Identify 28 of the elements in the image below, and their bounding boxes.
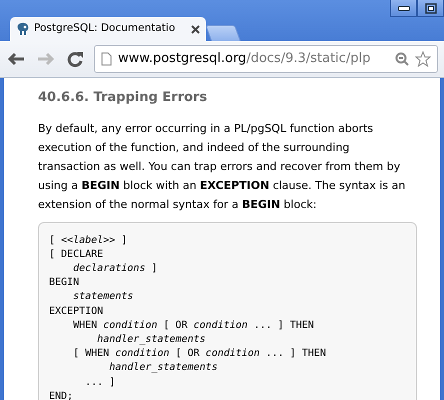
new-tab-button[interactable] (205, 25, 241, 41)
reload-button[interactable] (66, 50, 84, 68)
code-line: statements (72, 290, 134, 304)
code-line: [ WHEN condition [ OR condition ... ] THEN (72, 347, 327, 362)
code-line: WHEN condition [ OR condition ... ] THEN (72, 318, 315, 333)
code-line: BEGIN (49, 276, 80, 290)
code-line: [ <<label>> ] (49, 234, 128, 248)
star-icon[interactable] (415, 51, 431, 67)
address-bar[interactable]: www.postgresql.org/docs/9.3/static/plp (94, 45, 438, 73)
back-button[interactable] (6, 51, 26, 67)
browser-tab[interactable]: PostgreSQL: Documentatio (10, 17, 206, 41)
code-line: ... ] (84, 376, 116, 390)
paragraph: By default, any error occurring in a PL/pgSQL function aborts execution of the function, and indeed of the surrounding transaction as well. You can trap errors and recover from them by using a BEGIN block with an EXCEPTION clause. The syntax is an extension of the normal syntax for a BEGIN block: (38, 120, 406, 213)
close-icon[interactable] (191, 24, 200, 34)
page-icon (101, 52, 112, 66)
minimize-button[interactable] (390, 0, 417, 17)
code-line: handler_statements (96, 333, 207, 348)
code-line: [ DECLARE (49, 248, 104, 262)
maximize-button[interactable] (417, 0, 444, 17)
elephant-icon (16, 22, 30, 36)
section-heading: 40.6.6. Trapping Errors (38, 90, 208, 106)
code-line: END; (49, 390, 74, 400)
code-line: EXCEPTION (49, 304, 104, 319)
code-line: declarations ] (72, 262, 158, 276)
code-line: handler_statements (108, 361, 219, 376)
minimize-icon (398, 6, 410, 10)
search-icon[interactable] (395, 52, 409, 66)
maximize-icon (424, 2, 436, 14)
